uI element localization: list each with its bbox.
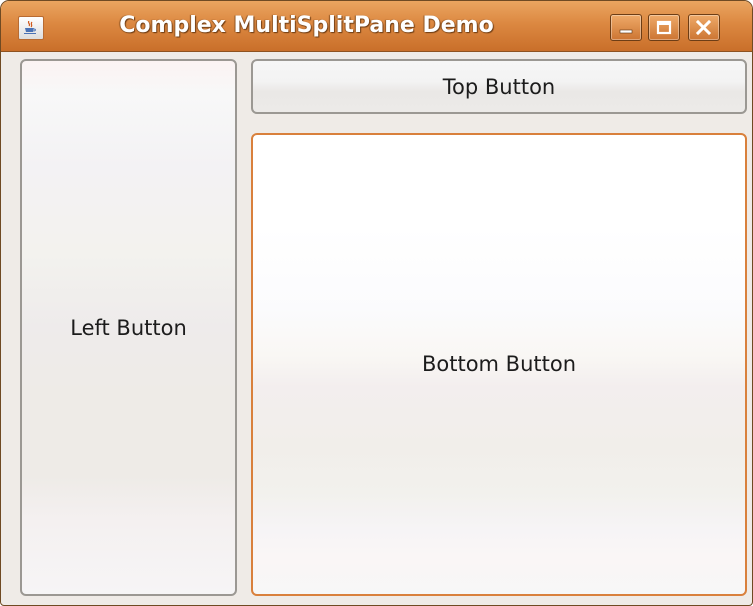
bottom-button[interactable]: Bottom Button <box>251 133 747 596</box>
close-button[interactable] <box>688 14 720 41</box>
maximize-button[interactable] <box>648 14 680 41</box>
top-button-label: Top Button <box>442 74 556 99</box>
top-button[interactable]: Top Button <box>251 59 747 114</box>
minimize-button[interactable] <box>610 14 642 41</box>
app-window: Complex MultiSplitPane Demo Left Button … <box>0 0 753 606</box>
multi-split-pane: Left Button Top Button Bottom Button <box>5 52 748 601</box>
minimize-icon <box>619 29 633 34</box>
left-button-label: Left Button <box>70 315 187 340</box>
java-cup-icon[interactable] <box>18 16 44 40</box>
title-bar[interactable]: Complex MultiSplitPane Demo <box>1 1 752 52</box>
close-icon <box>695 19 712 36</box>
maximize-icon <box>656 20 672 35</box>
left-button[interactable]: Left Button <box>20 59 237 596</box>
window-title: Complex MultiSplitPane Demo <box>119 13 494 38</box>
bottom-button-label: Bottom Button <box>421 351 577 376</box>
